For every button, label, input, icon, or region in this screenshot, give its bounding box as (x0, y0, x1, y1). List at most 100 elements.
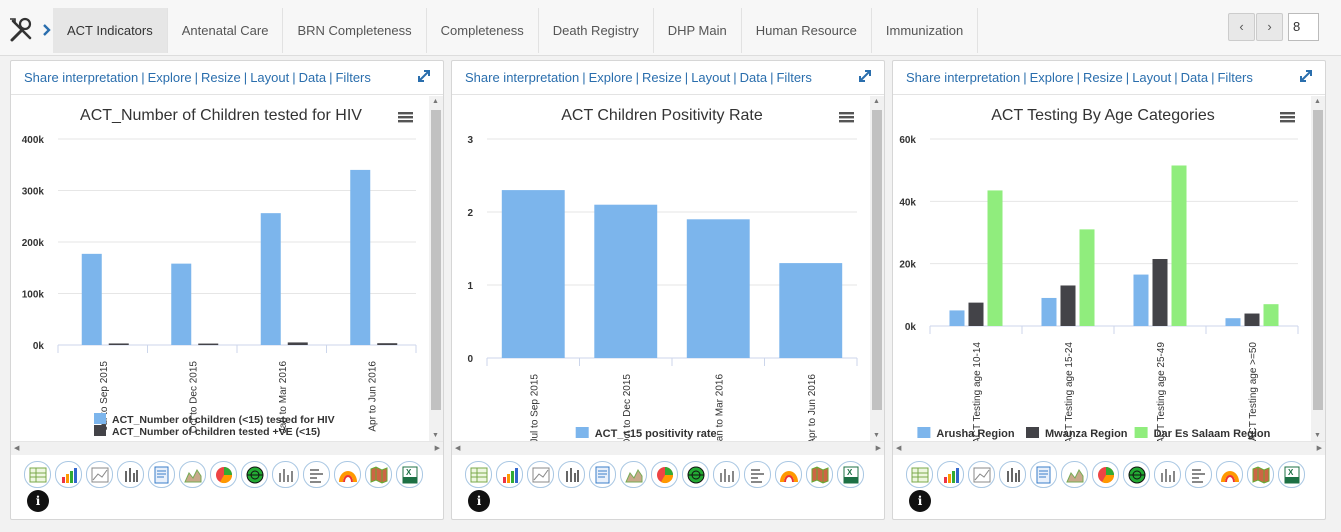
bar-2-series-1[interactable] (594, 204, 658, 358)
scroll-thumb[interactable] (872, 110, 882, 410)
column-chart-icon[interactable] (496, 461, 523, 488)
bar-3-series-1[interactable] (1133, 274, 1149, 326)
excel-icon[interactable]: X (1278, 461, 1305, 488)
tab-brn-completeness[interactable]: BRN Completeness (283, 8, 427, 53)
panel-link-resize[interactable]: Resize (642, 70, 682, 85)
legend-label[interactable]: ACT_<15 positivity rate (595, 428, 717, 440)
scroll-left-icon[interactable]: ◀ (14, 444, 19, 452)
bar-1-series-2[interactable] (968, 302, 984, 326)
scroll-up-icon[interactable]: ▲ (1314, 98, 1321, 105)
pie-chart-icon[interactable] (651, 461, 678, 488)
bar-1-series-3[interactable] (987, 190, 1003, 326)
bar-4-series-2[interactable] (1244, 313, 1260, 326)
vertical-scrollbar[interactable]: ▲ ▼ (429, 96, 443, 441)
panel-link-filters[interactable]: Filters (776, 70, 811, 85)
bar-4-series-1[interactable] (350, 169, 371, 345)
line-chart-icon[interactable] (86, 461, 113, 488)
bar-3-series-3[interactable] (1171, 165, 1187, 326)
tab-dhp-main[interactable]: DHP Main (653, 8, 742, 53)
horizontal-scrollbar[interactable]: ◀ ▶ (893, 441, 1325, 455)
panel-link-share-interpretation[interactable]: Share interpretation (465, 70, 579, 85)
tab-human-resource[interactable]: Human Resource (741, 8, 872, 53)
gauge-icon[interactable] (1216, 461, 1243, 488)
tab-act-indicators[interactable]: ACT Indicators (53, 8, 168, 53)
legend-label[interactable]: Mwanza Region (1045, 428, 1128, 440)
line-chart-icon[interactable] (527, 461, 554, 488)
map-icon[interactable] (365, 461, 392, 488)
panel-link-filters[interactable]: Filters (335, 70, 370, 85)
scroll-right-icon[interactable]: ▶ (1317, 444, 1322, 452)
panel-link-data[interactable]: Data (740, 70, 767, 85)
panel-link-explore[interactable]: Explore (589, 70, 633, 85)
expand-icon[interactable] (858, 69, 872, 83)
tab-immunization[interactable]: Immunization (871, 8, 979, 53)
stacked-column-icon[interactable] (999, 461, 1026, 488)
bar-4-series-3[interactable] (1263, 304, 1279, 326)
panel-link-filters[interactable]: Filters (1217, 70, 1252, 85)
table-icon[interactable] (24, 461, 51, 488)
bar-1-series-1[interactable] (81, 253, 102, 345)
scroll-down-icon[interactable]: ▼ (1314, 432, 1321, 439)
scroll-right-icon[interactable]: ▶ (876, 444, 881, 452)
bar-2-series-2[interactable] (198, 343, 219, 346)
legend-label[interactable]: Arusha Region (936, 428, 1015, 440)
excel-icon[interactable]: X (837, 461, 864, 488)
scroll-down-icon[interactable]: ▼ (873, 432, 880, 439)
tab-antenatal-care[interactable]: Antenatal Care (167, 8, 284, 53)
dashboard-tools-button[interactable] (8, 16, 54, 44)
column-chart-icon[interactable] (937, 461, 964, 488)
expand-icon[interactable] (417, 69, 431, 83)
stacked-bar-icon[interactable] (744, 461, 771, 488)
chart-menu-icon[interactable] (1280, 112, 1295, 123)
horizontal-scrollbar[interactable]: ◀ ▶ (452, 441, 884, 455)
horizontal-scrollbar[interactable]: ◀ ▶ (11, 441, 443, 455)
vertical-scrollbar[interactable]: ▲ ▼ (870, 96, 884, 441)
bar-4-series-1[interactable] (779, 263, 843, 358)
bar-4-series-2[interactable] (377, 343, 398, 345)
info-icon[interactable]: i (909, 490, 931, 512)
radar-icon[interactable] (682, 461, 709, 488)
panel-link-layout[interactable]: Layout (250, 70, 289, 85)
area-chart-icon[interactable] (620, 461, 647, 488)
legend-label[interactable]: ACT_Number of children tested +VE (<15) (112, 426, 320, 438)
pie-chart-icon[interactable] (1092, 461, 1119, 488)
bar-2-series-1[interactable] (1041, 297, 1057, 326)
expand-icon[interactable] (1299, 69, 1313, 83)
panel-link-share-interpretation[interactable]: Share interpretation (24, 70, 138, 85)
vertical-scrollbar[interactable]: ▲ ▼ (1311, 96, 1325, 441)
bar-1-series-1[interactable] (501, 190, 565, 358)
panel-link-layout[interactable]: Layout (691, 70, 730, 85)
bar-chart-icon[interactable] (713, 461, 740, 488)
bar-3-series-1[interactable] (260, 213, 281, 345)
panel-link-explore[interactable]: Explore (148, 70, 192, 85)
radar-icon[interactable] (241, 461, 268, 488)
bar-2-series-3[interactable] (1079, 229, 1095, 326)
stacked-bar-icon[interactable] (303, 461, 330, 488)
info-icon[interactable]: i (27, 490, 49, 512)
bar-2-series-2[interactable] (1060, 285, 1076, 326)
stacked-column-icon[interactable] (558, 461, 585, 488)
scroll-right-icon[interactable]: ▶ (435, 444, 440, 452)
bar-2-series-1[interactable] (171, 263, 192, 345)
scroll-thumb[interactable] (431, 110, 441, 410)
bar-1-series-1[interactable] (949, 310, 965, 326)
map-icon[interactable] (1247, 461, 1274, 488)
panel-link-explore[interactable]: Explore (1030, 70, 1074, 85)
panel-link-share-interpretation[interactable]: Share interpretation (906, 70, 1020, 85)
list-icon[interactable] (148, 461, 175, 488)
bar-chart-icon[interactable] (272, 461, 299, 488)
page-number-input[interactable]: 8 (1288, 13, 1319, 41)
tab-completeness[interactable]: Completeness (426, 8, 539, 53)
bar-3-series-2[interactable] (1152, 258, 1168, 326)
info-icon[interactable]: i (468, 490, 490, 512)
map-icon[interactable] (806, 461, 833, 488)
list-icon[interactable] (589, 461, 616, 488)
scroll-thumb[interactable] (1313, 110, 1323, 410)
prev-page-button[interactable]: ‹ (1228, 13, 1255, 41)
area-chart-icon[interactable] (1061, 461, 1088, 488)
radar-icon[interactable] (1123, 461, 1150, 488)
column-chart-icon[interactable] (55, 461, 82, 488)
panel-link-resize[interactable]: Resize (201, 70, 241, 85)
table-icon[interactable] (465, 461, 492, 488)
line-chart-icon[interactable] (968, 461, 995, 488)
